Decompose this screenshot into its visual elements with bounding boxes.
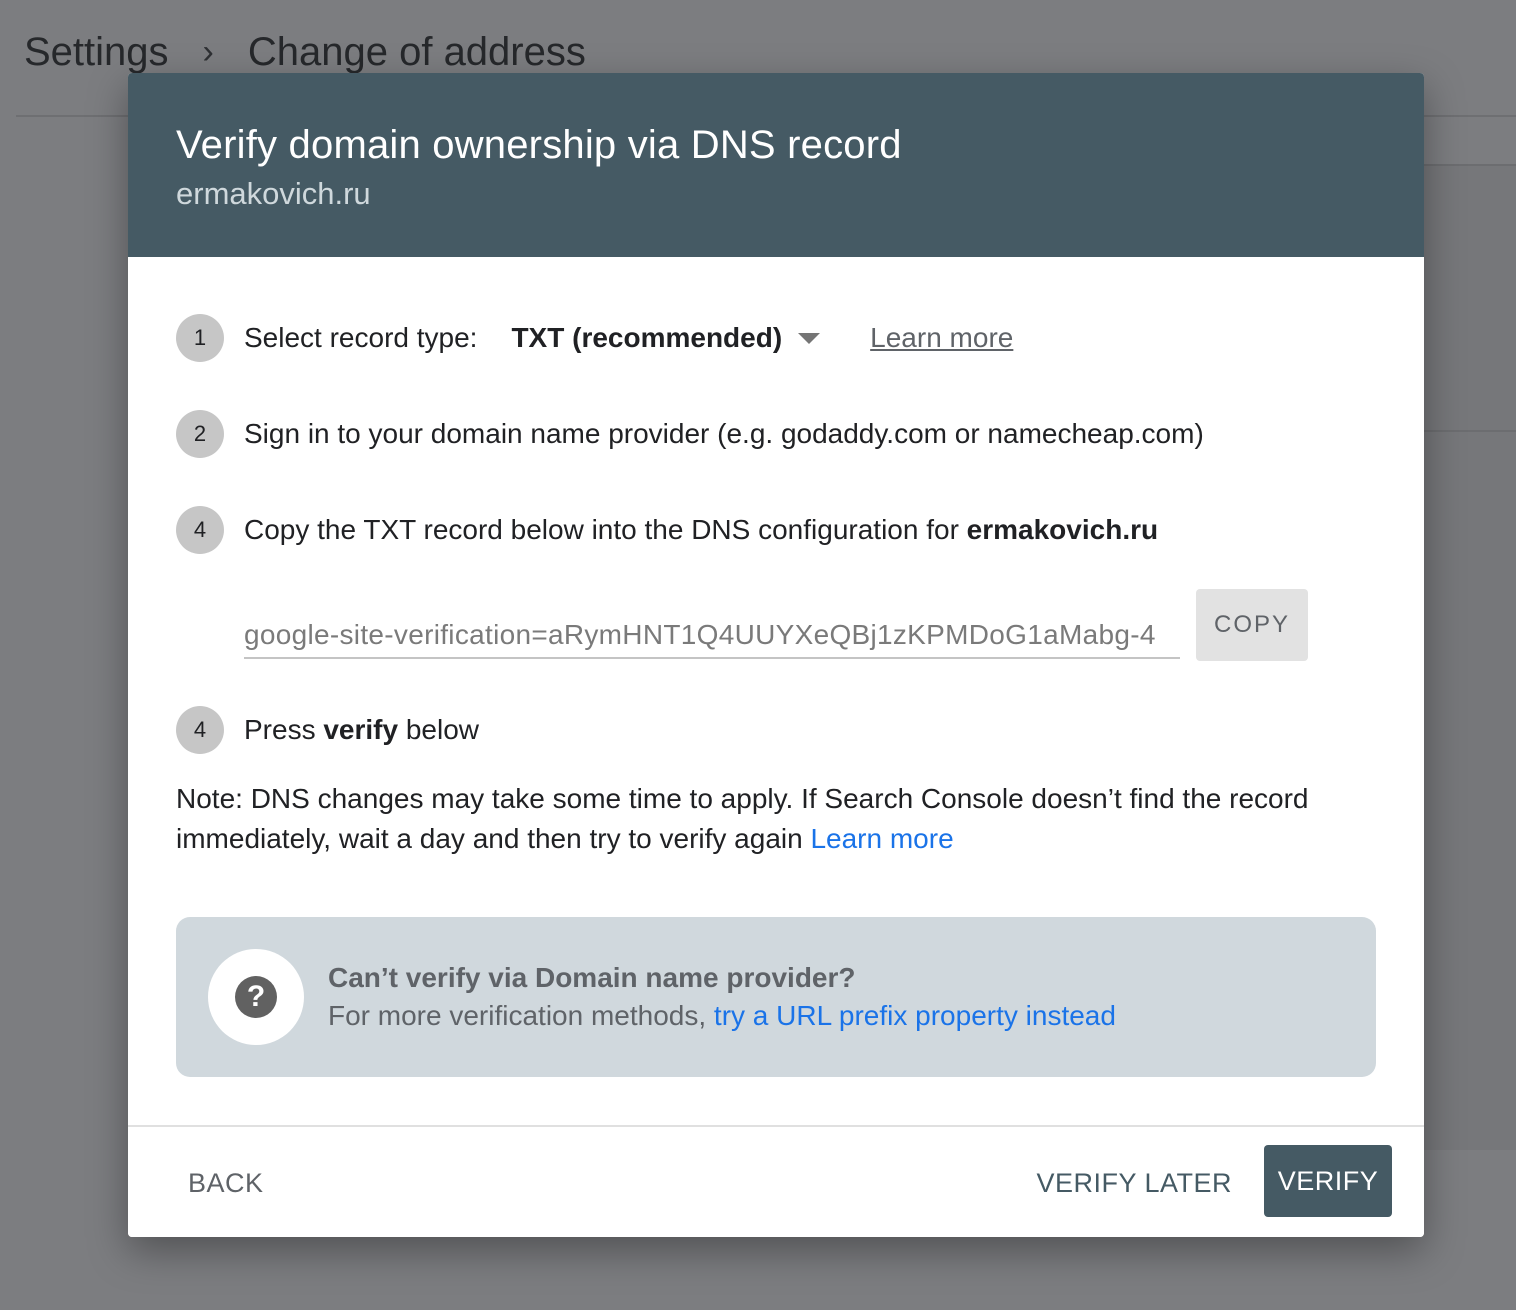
record-type-value: TXT (recommended) — [511, 322, 783, 353]
record-type-select[interactable]: TXT (recommended) — [511, 322, 821, 354]
url-prefix-link[interactable]: try a URL prefix property instead — [714, 1000, 1116, 1031]
step-number: 4 — [176, 506, 224, 554]
breadcrumb-settings[interactable]: Settings — [24, 30, 169, 75]
divider — [1424, 430, 1516, 432]
step-number: 2 — [176, 410, 224, 458]
help-box: ? Can’t verify via Domain name provider?… — [176, 917, 1376, 1077]
txt-record-field[interactable]: google-site-verification=aRymHNT1Q4UUYXe… — [244, 587, 1180, 659]
back-button[interactable]: BACK — [172, 1147, 280, 1219]
note-learn-more-link[interactable]: Learn more — [810, 823, 953, 854]
breadcrumb: Settings › Change of address — [24, 30, 586, 75]
dialog-subtitle: ermakovich.ru — [176, 176, 371, 211]
learn-more-link[interactable]: Learn more — [870, 322, 1013, 354]
copy-button[interactable]: COPY — [1196, 589, 1308, 661]
step-press-verify: 4 Press verify below — [176, 706, 479, 754]
help-desc: For more verification methods, try a URL… — [328, 1000, 1116, 1031]
step-copy-txt-record: 4 Copy the TXT record below into the DNS… — [176, 506, 1158, 554]
step-label: Press verify below — [244, 714, 480, 745]
verify-later-button[interactable]: VERIFY LATER — [1020, 1147, 1248, 1219]
dns-note: Note: DNS changes may take some time to … — [176, 783, 1309, 854]
step-select-record-type: 1 Select record type: TXT (recommended) … — [176, 314, 1013, 362]
domain-name: ermakovich.ru — [966, 514, 1159, 545]
step-label: Copy the TXT record below into the DNS c… — [244, 514, 1159, 545]
background-card — [1424, 164, 1516, 1150]
step-sign-in: 2 Sign in to your domain name provider (… — [176, 410, 1204, 458]
help-title: Can’t verify via Domain name provider? — [328, 962, 856, 993]
verify-dns-dialog: Verify domain ownership via DNS record e… — [128, 73, 1424, 1237]
verify-button[interactable]: VERIFY — [1264, 1145, 1392, 1217]
help-text: Can’t verify via Domain name provider? F… — [328, 962, 1116, 1032]
dialog-body: 1 Select record type: TXT (recommended) … — [128, 257, 1424, 1125]
step-label: Select record type: — [244, 322, 478, 353]
step-number: 4 — [176, 706, 224, 754]
dialog-title: Verify domain ownership via DNS record — [176, 123, 902, 167]
dialog-footer: BACK VERIFY LATER VERIFY — [128, 1125, 1424, 1237]
chevron-right-icon: › — [202, 33, 214, 71]
help-question-icon: ? — [235, 976, 277, 1018]
step-number: 1 — [176, 314, 224, 362]
breadcrumb-current: Change of address — [247, 30, 586, 74]
dialog-header: Verify domain ownership via DNS record e… — [128, 73, 1424, 257]
help-circle: ? — [208, 949, 304, 1045]
dropdown-arrow-icon — [798, 332, 821, 344]
step-label: Sign in to your domain name provider (e.… — [244, 418, 1204, 449]
